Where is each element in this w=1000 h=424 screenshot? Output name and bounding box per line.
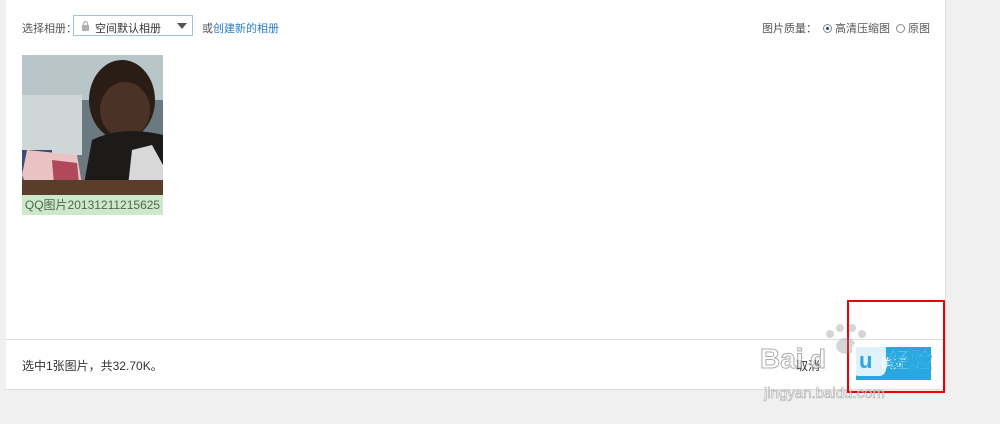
album-label: 选择相册： (22, 23, 77, 35)
album-toolbar: 选择相册： 空间默认相册 或创建新的相册 图片质量： 高清压缩图 原图 (6, 0, 945, 50)
image-quality-group: 图片质量： 高清压缩图 原图 (762, 20, 930, 36)
photo-image (22, 55, 163, 195)
upload-panel: 选择相册： 空间默认相册 或创建新的相册 图片质量： 高清压缩图 原图 QQ图片… (6, 0, 946, 390)
highlight-annotation (847, 300, 945, 393)
selection-status: 选中1张图片，共32.70K。 (22, 359, 163, 373)
photo-thumbnail[interactable]: QQ图片20131211215625 (22, 55, 163, 215)
chevron-down-icon[interactable] (177, 23, 187, 29)
quality-label: 图片质量： (762, 23, 817, 35)
quality-radio-original[interactable] (896, 23, 905, 33)
quality-option-original[interactable]: 原图 (908, 20, 930, 36)
album-select[interactable]: 空间默认相册 (73, 15, 193, 36)
album-selected-value: 空间默认相册 (95, 23, 161, 35)
cancel-button[interactable]: 取消 (796, 357, 820, 374)
quality-option-compressed[interactable]: 高清压缩图 (835, 20, 890, 36)
photo-caption: QQ图片20131211215625 (22, 195, 163, 215)
or-create-text: 或创建新的相册 (202, 23, 279, 35)
footer-divider (6, 339, 945, 340)
lock-icon (82, 21, 89, 31)
create-album-link[interactable]: 创建新的相册 (213, 23, 279, 35)
quality-radio-compressed[interactable] (823, 23, 832, 33)
